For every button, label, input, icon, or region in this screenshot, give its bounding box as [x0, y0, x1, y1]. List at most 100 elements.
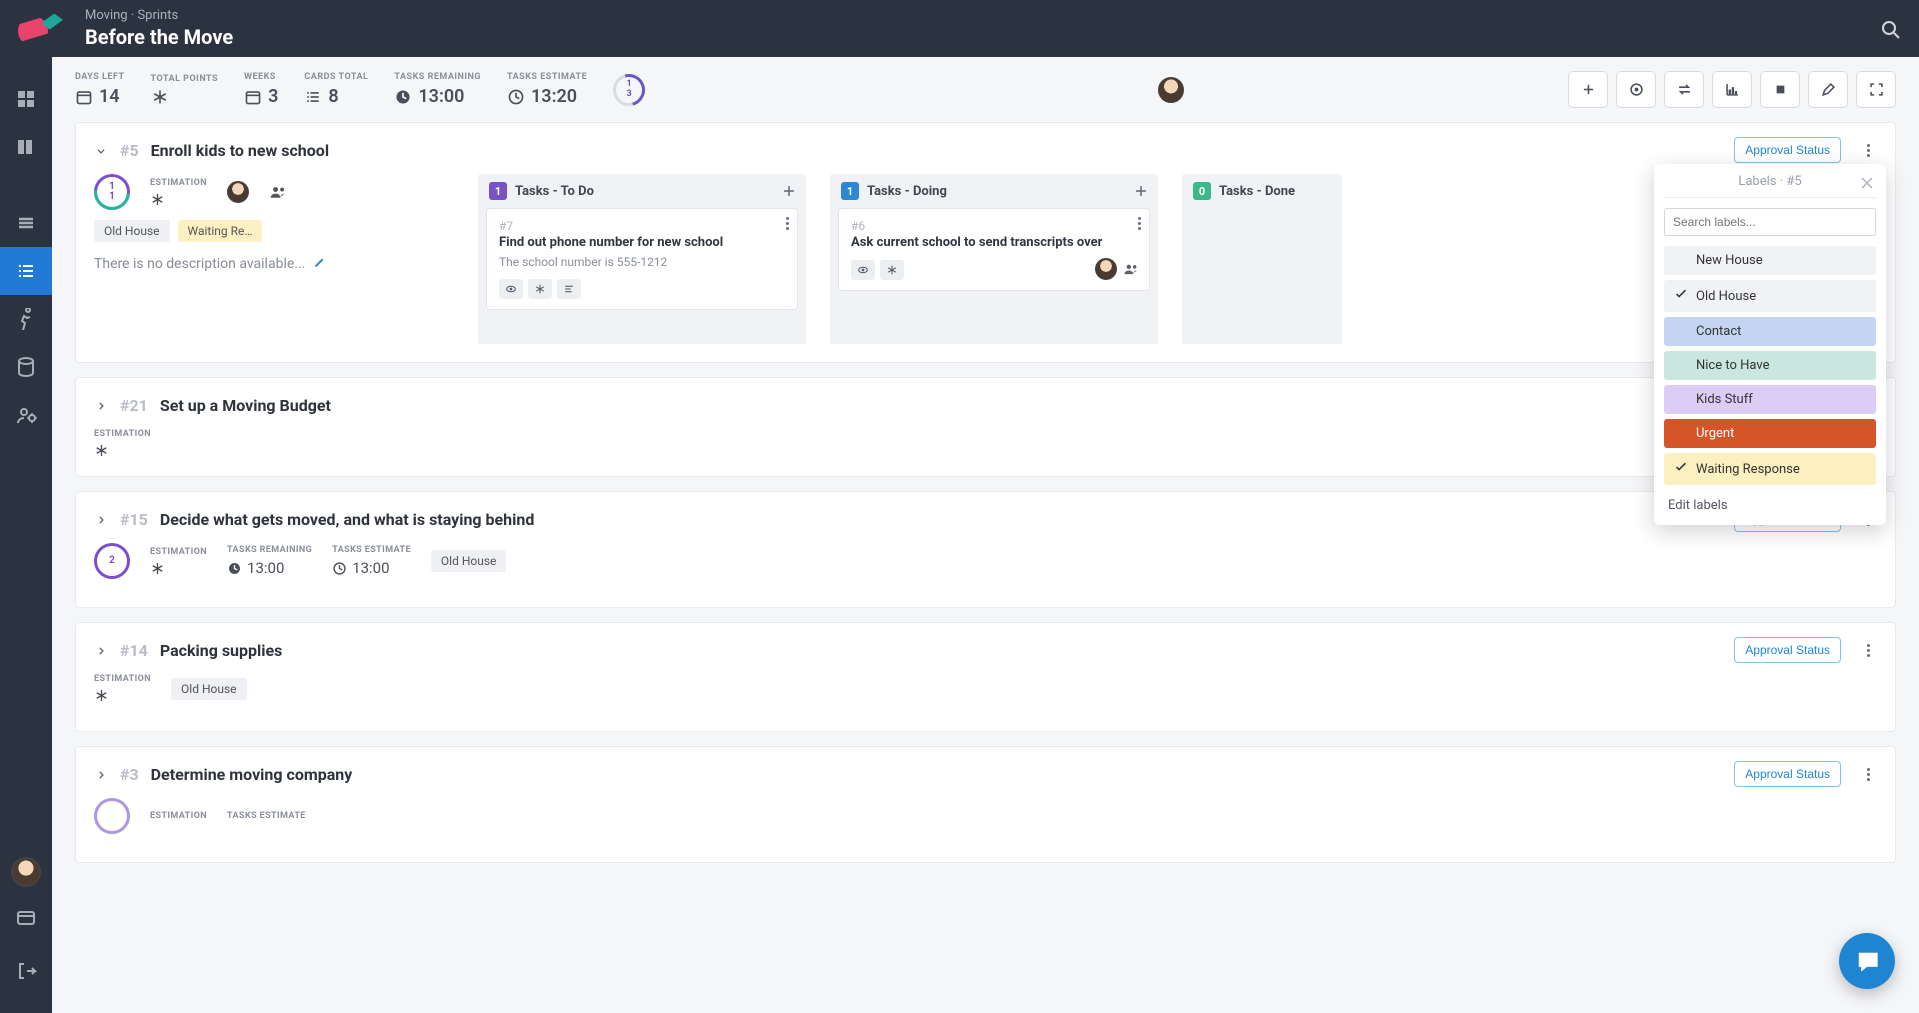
label-option-waiting-response[interactable]: Waiting Response: [1664, 453, 1876, 485]
task-number: #7: [499, 219, 785, 233]
story-menu-button[interactable]: [1859, 141, 1877, 159]
add-button[interactable]: [1568, 71, 1608, 108]
label-option-contact[interactable]: Contact: [1664, 317, 1876, 346]
stat-weeks: WEEKS 3: [244, 72, 278, 107]
points-ring: [94, 798, 130, 834]
lane-count: 0: [1193, 182, 1211, 200]
nav-dashboard[interactable]: [0, 75, 52, 123]
estimation-stat: ESTIMATION: [150, 178, 207, 207]
label-option-new-house[interactable]: New House: [1664, 246, 1876, 275]
add-people-icon[interactable]: [1123, 261, 1139, 277]
nav-logout[interactable]: [0, 947, 52, 995]
chevron-down-icon[interactable]: [94, 144, 108, 158]
story-title[interactable]: Packing supplies: [160, 641, 283, 660]
story-title[interactable]: Set up a Moving Budget: [160, 396, 331, 415]
asterisk-icon: [150, 192, 165, 207]
fullscreen-button[interactable]: [1856, 71, 1896, 108]
nav-sprints[interactable]: [0, 295, 52, 343]
desc-icon[interactable]: [557, 279, 581, 299]
focus-button[interactable]: [1616, 71, 1656, 108]
stop-button[interactable]: [1760, 71, 1800, 108]
approval-status-button[interactable]: Approval Status: [1734, 137, 1841, 163]
task-card-6[interactable]: #6 Ask current school to send transcript…: [838, 208, 1150, 291]
pencil-icon[interactable]: [313, 256, 326, 269]
lane-count: 1: [841, 182, 859, 200]
lane-add-button[interactable]: [780, 182, 798, 200]
chevron-right-icon[interactable]: [94, 513, 108, 527]
search-icon[interactable]: [1879, 18, 1901, 40]
breadcrumb[interactable]: Moving · Sprints: [85, 8, 233, 23]
stat-total-points: TOTAL POINTS: [151, 74, 219, 106]
chart-icon: [1724, 81, 1741, 98]
task-menu-button[interactable]: [1138, 217, 1141, 230]
nav-data[interactable]: [0, 343, 52, 391]
chevron-right-icon[interactable]: [94, 399, 108, 413]
points-icon[interactable]: [528, 279, 552, 299]
label-chip-old-house[interactable]: Old House: [171, 678, 247, 700]
header-text: Moving · Sprints Before the Move: [85, 8, 233, 49]
assignee-avatar[interactable]: [1158, 77, 1184, 103]
label-chip-old-house[interactable]: Old House: [431, 550, 507, 572]
nav-boards[interactable]: [0, 123, 52, 171]
story-number: #5: [120, 141, 139, 160]
label-option-kids-stuff[interactable]: Kids Stuff: [1664, 385, 1876, 414]
lane-doing: 1 Tasks - Doing #6 Ask current school to…: [830, 174, 1158, 344]
points-icon[interactable]: [880, 260, 904, 280]
estimation-stat: ESTIMATION: [150, 811, 207, 821]
estimation-stat: ESTIMATION: [94, 674, 151, 703]
story-card-15: Approval Status #15 Decide what gets mov…: [75, 491, 1896, 608]
story-number: #14: [120, 641, 148, 660]
nav-lines[interactable]: [0, 199, 52, 247]
stat-tasks-remaining: TASKS REMAINING 13:00: [394, 72, 481, 107]
stat-cards-total: CARDS TOTAL 8: [304, 72, 368, 107]
lane-title: Tasks - To Do: [515, 184, 594, 199]
description-placeholder: There is no description available...: [94, 256, 454, 272]
stat-tasks-estimate: TASKS ESTIMATE 13:20: [507, 72, 587, 107]
label-chip-waiting[interactable]: Waiting Re…: [178, 220, 263, 242]
label-option-nice-to-have[interactable]: Nice to Have: [1664, 351, 1876, 380]
task-title: Ask current school to send transcripts o…: [851, 235, 1137, 250]
task-card-7[interactable]: #7 Find out phone number for new school …: [486, 208, 798, 310]
story-number: #15: [120, 510, 148, 529]
calendar-icon: [75, 88, 93, 106]
lane-add-button[interactable]: [1132, 182, 1150, 200]
approval-status-button[interactable]: Approval Status: [1734, 761, 1841, 787]
label-search-input[interactable]: [1664, 208, 1876, 236]
story-title[interactable]: Determine moving company: [151, 765, 353, 784]
clock-filled-icon: [394, 88, 412, 106]
watch-icon[interactable]: [851, 260, 875, 280]
add-people-icon[interactable]: [269, 183, 287, 201]
chevron-right-icon[interactable]: [94, 768, 108, 782]
chevron-right-icon[interactable]: [94, 644, 108, 658]
sidebar: [0, 57, 52, 1013]
points-ring: 2: [94, 543, 130, 579]
label-option-old-house[interactable]: Old House: [1664, 280, 1876, 312]
approval-status-button[interactable]: Approval Status: [1734, 637, 1841, 663]
task-menu-button[interactable]: [786, 217, 789, 230]
nav-list-active[interactable]: [0, 247, 52, 295]
page-title: Before the Move: [85, 25, 233, 49]
story-number: #21: [120, 396, 148, 415]
edit-labels-link[interactable]: Edit labels: [1664, 490, 1876, 515]
nav-users[interactable]: [0, 391, 52, 439]
label-chip-old-house[interactable]: Old House: [94, 220, 170, 242]
nav-billing[interactable]: [0, 893, 52, 941]
story-card-14: Approval Status #14 Packing supplies EST…: [75, 622, 1896, 732]
edit-button[interactable]: [1808, 71, 1848, 108]
label-option-urgent[interactable]: Urgent: [1664, 419, 1876, 448]
story-assignee-avatar[interactable]: [227, 181, 249, 203]
chat-fab[interactable]: [1839, 933, 1895, 989]
story-number: #3: [120, 765, 139, 784]
story-title[interactable]: Decide what gets moved, and what is stay…: [160, 510, 535, 529]
story-menu-button[interactable]: [1859, 765, 1877, 783]
task-assignee-avatar[interactable]: [1095, 258, 1117, 280]
reports-button[interactable]: [1712, 71, 1752, 108]
asterisk-icon: [151, 88, 169, 106]
story-title[interactable]: Enroll kids to new school: [151, 141, 329, 160]
close-icon[interactable]: [1858, 174, 1876, 192]
swap-icon: [1676, 81, 1693, 98]
story-menu-button[interactable]: [1859, 641, 1877, 659]
user-avatar[interactable]: [11, 857, 41, 887]
watch-icon[interactable]: [499, 279, 523, 299]
swap-button[interactable]: [1664, 71, 1704, 108]
